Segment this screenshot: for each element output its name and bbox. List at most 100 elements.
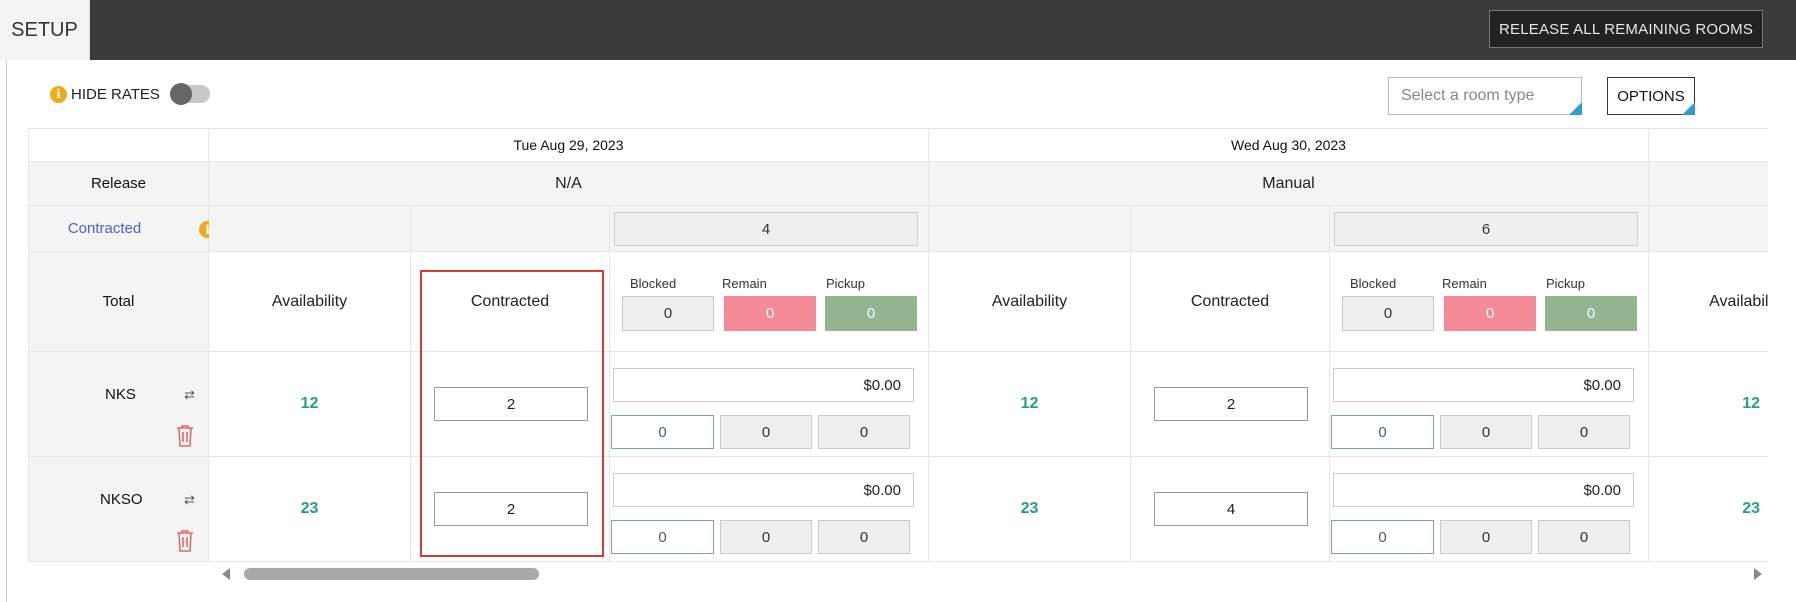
contracted-blank-3 — [1649, 206, 1768, 252]
room-label-cell: NKS ⇄ — [28, 352, 209, 457]
contracted-total-cell-2: 6 — [1330, 206, 1649, 252]
options-button[interactable]: OPTIONS — [1607, 77, 1695, 115]
hide-rates-label: HIDE RATES — [71, 85, 160, 103]
contracted-header-2: Contracted — [1131, 252, 1330, 352]
remain-value-2: 0 — [1444, 296, 1536, 331]
info-icon: i — [50, 85, 67, 103]
table-row: NKS ⇄ 12 2 $0.00 0 0 0 12 2 $0.00 0 0 0 … — [28, 352, 1768, 457]
trash-icon[interactable] — [175, 424, 195, 448]
remain-readout: 0 — [1440, 520, 1532, 554]
trash-icon[interactable] — [175, 529, 195, 553]
availability-cell: 23 — [1649, 457, 1768, 562]
availability-cell: 23 — [929, 457, 1131, 562]
pickup-readout: 0 — [1538, 520, 1630, 554]
release-row: Release N/A Manual — [28, 162, 1768, 206]
contracted-label-cell: Contracted i — [28, 206, 216, 252]
scrollbar-thumb[interactable] — [244, 568, 539, 580]
toggle-knob — [169, 83, 192, 105]
contracted-cell: 4 — [1131, 457, 1330, 562]
remain-readout: 0 — [720, 415, 812, 449]
options-label: OPTIONS — [1617, 87, 1685, 105]
total-header-row: Total Availability Contracted Blocked Re… — [28, 252, 1768, 352]
release-label-cell: Release — [28, 162, 209, 206]
remain-label: Remain — [1442, 276, 1487, 291]
contracted-column-highlight — [420, 270, 604, 557]
contracted-row: Contracted i 4 6 — [28, 206, 1768, 252]
date-header-row: Tue Aug 29, 2023 Wed Aug 30, 2023 — [28, 128, 1768, 162]
blocked-label: Blocked — [630, 276, 677, 291]
remain-readout: 0 — [1440, 415, 1532, 449]
pickup-value-2: 0 — [1545, 296, 1637, 331]
dropdown-corner-icon — [1682, 102, 1695, 115]
swap-icon[interactable]: ⇄ — [184, 492, 195, 508]
summary-header-2: Blocked Remain Pickup 0 0 0 — [1330, 252, 1649, 352]
blocked-input[interactable]: 0 — [1331, 415, 1434, 449]
availability-cell: 12 — [929, 352, 1131, 457]
contracted-blank-2b — [1131, 206, 1330, 252]
room-type-select[interactable]: Select a room type — [1388, 77, 1582, 115]
rate-cell: $0.00 0 0 0 — [1330, 457, 1649, 562]
scroll-left-icon[interactable] — [222, 568, 230, 580]
blocked-input[interactable]: 0 — [611, 520, 714, 554]
pickup-label: Pickup — [1546, 276, 1586, 291]
availability-cell: 12 — [209, 352, 411, 457]
hide-rates-toggle[interactable] — [169, 83, 210, 105]
release-all-remaining-rooms-button[interactable]: RELEASE ALL REMAINING ROOMS — [1489, 10, 1763, 48]
availability-cell: 12 — [1649, 352, 1768, 457]
room-code: NKSO — [100, 491, 143, 508]
blocked-input[interactable]: 0 — [611, 415, 714, 449]
rate-input[interactable]: $0.00 — [1333, 473, 1634, 507]
pickup-label: Pickup — [826, 276, 866, 291]
pickup-value-1: 0 — [825, 296, 917, 331]
availability-header-1: Availability — [209, 252, 411, 352]
pickup-readout: 0 — [1538, 415, 1630, 449]
pickup-readout: 0 — [818, 415, 910, 449]
pickup-readout: 0 — [818, 520, 910, 554]
contracted-blank-1b — [411, 206, 610, 252]
release-value-1: N/A — [209, 162, 929, 206]
scroll-right-icon[interactable] — [1754, 568, 1762, 580]
rate-input[interactable]: $0.00 — [613, 368, 914, 402]
room-code: NKS — [105, 386, 136, 403]
availability-cell: 23 — [209, 457, 411, 562]
contracted-blank-1a — [209, 206, 411, 252]
rate-cell: $0.00 0 0 0 — [610, 352, 929, 457]
release-value-3 — [1649, 162, 1768, 206]
rate-input[interactable]: $0.00 — [1333, 368, 1634, 402]
rate-input[interactable]: $0.00 — [613, 473, 914, 507]
blocked-value-1: 0 — [622, 296, 714, 331]
contracted-cell: 2 — [1131, 352, 1330, 457]
room-type-placeholder: Select a room type — [1401, 87, 1535, 104]
remain-readout: 0 — [720, 520, 812, 554]
availability-header-3: Availabili — [1649, 252, 1768, 352]
blocked-value-2: 0 — [1342, 296, 1434, 331]
remain-label: Remain — [722, 276, 767, 291]
total-label-cell: Total — [28, 252, 209, 352]
day-header-1: Tue Aug 29, 2023 — [209, 128, 929, 162]
rate-cell: $0.00 0 0 0 — [610, 457, 929, 562]
day-header-3 — [1649, 128, 1768, 162]
contracted-input[interactable]: 4 — [1154, 492, 1308, 526]
summary-header-1: Blocked Remain Pickup 0 0 0 — [610, 252, 929, 352]
hide-rates-control: i HIDE RATES — [50, 82, 210, 106]
rate-cell: $0.00 0 0 0 — [1330, 352, 1649, 457]
remain-value-1: 0 — [724, 296, 816, 331]
blocked-label: Blocked — [1350, 276, 1397, 291]
contracted-link[interactable]: Contracted — [68, 220, 141, 237]
availability-header-2: Availability — [929, 252, 1131, 352]
contracted-blank-2a — [929, 206, 1131, 252]
contracted-total-cell-1: 4 — [610, 206, 929, 252]
dropdown-corner-icon — [1569, 102, 1582, 115]
contracted-input[interactable]: 2 — [1154, 387, 1308, 421]
day-header-2: Wed Aug 30, 2023 — [929, 128, 1649, 162]
blocked-input[interactable]: 0 — [1331, 520, 1434, 554]
room-label-cell: NKSO ⇄ — [28, 457, 209, 562]
corner-cell — [28, 128, 209, 162]
release-value-2: Manual — [929, 162, 1649, 206]
contracted-total-1: 4 — [614, 212, 918, 246]
contracted-total-2: 6 — [1334, 212, 1638, 246]
horizontal-scrollbar[interactable] — [220, 565, 1768, 583]
swap-icon[interactable]: ⇄ — [184, 387, 195, 403]
table-row: NKSO ⇄ 23 2 $0.00 0 0 0 23 4 $0.00 0 0 0… — [28, 457, 1768, 562]
tab-setup[interactable]: SETUP — [0, 0, 90, 60]
